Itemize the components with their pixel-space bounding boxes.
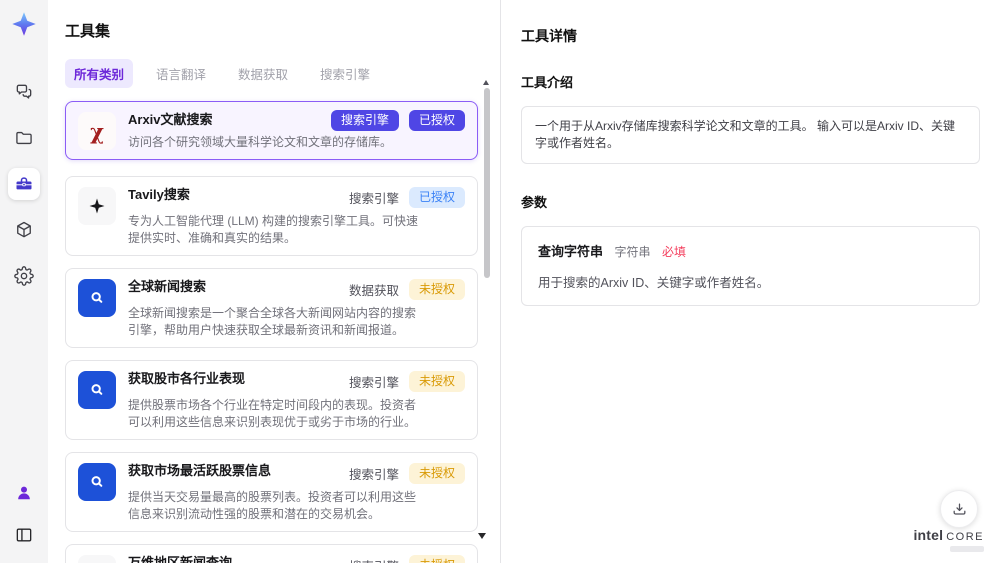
category-label: 搜索引擎 xyxy=(348,192,399,206)
parameter-name: 查询字符串 xyxy=(538,244,604,259)
tool-card-content: 获取股市各行业表现 搜索引擎 未授权 提供股票市场各个行业在特定时间段内的表现。… xyxy=(128,369,465,431)
tool-card-content: 万维地区新闻查询 搜索引擎 未授权 查询具体行政区划内的新闻，快速了解各地新闻动 xyxy=(128,553,465,563)
tool-detail-panel: 工具详情 工具介绍 一个用于从Arxiv存储库搜索科学论文和文章的工具。 输入可… xyxy=(501,0,1000,563)
blue-search-icon xyxy=(78,463,116,501)
auth-status-badge: 未授权 xyxy=(408,463,465,484)
page-title: 工具集 xyxy=(65,23,111,40)
parameter-card: 查询字符串 字符串 必填 用于搜索的Arxiv ID、关键字或作者姓名。 xyxy=(521,226,980,306)
core-logo-text: CORE xyxy=(946,531,984,543)
category-label: 搜索引擎 xyxy=(348,376,399,390)
tool-name: 获取市场最活跃股票信息 xyxy=(128,463,272,478)
scrollbar-thumb[interactable] xyxy=(484,88,490,278)
tool-card-arxiv[interactable]: χ Arxiv文献搜索 搜索引擎 已授权 访问各个研究领域大量科学论文和文章的存… xyxy=(65,101,478,160)
category-label: 搜索引擎 xyxy=(349,553,399,563)
download-button[interactable] xyxy=(940,490,978,528)
auth-status-badge: 未授权 xyxy=(408,555,465,563)
parameter-header: 查询字符串 字符串 必填 xyxy=(538,241,963,261)
tool-card-content: Arxiv文献搜索 搜索引擎 已授权 访问各个研究领域大量科学论文和文章的存储库… xyxy=(128,110,465,151)
folder-icon[interactable] xyxy=(8,122,40,154)
params-heading: 参数 xyxy=(521,195,548,210)
tool-list-panel: 工具集 所有类别 语言翻译 数据获取 搜索引擎 χ Arxiv文献搜索 搜索引擎… xyxy=(48,0,501,563)
arxiv-icon: χ xyxy=(78,112,116,150)
tool-card-tavily[interactable]: Tavily搜索 搜索引擎 已授权 专为人工智能代理 (LLM) 构建的搜索引擎… xyxy=(65,176,478,256)
tool-name: 万维地区新闻查询 xyxy=(128,555,233,563)
download-icon xyxy=(953,503,965,515)
blue-search-icon xyxy=(78,279,116,317)
auth-status-badge[interactable]: 已授权 xyxy=(408,110,465,131)
detail-title: 工具详情 xyxy=(521,28,577,44)
tool-name: 获取股市各行业表现 xyxy=(128,371,246,386)
tool-card-regional-news[interactable]: 万维地区新闻查询 搜索引擎 未授权 查询具体行政区划内的新闻，快速了解各地新闻动 xyxy=(65,544,478,563)
tool-card-content: 全球新闻搜索 数据获取 未授权 全球新闻搜索是一个聚合全球各大新闻网站内容的搜索… xyxy=(128,277,465,339)
auth-status-badge: 已授权 xyxy=(408,187,465,208)
newspaper-icon xyxy=(78,555,116,563)
tavily-star-icon xyxy=(78,187,116,225)
tool-description: 全球新闻搜索是一个聚合全球各大新闻网站内容的搜索引擎，帮助用户快速获取全球最新资… xyxy=(128,306,417,337)
rail-bottom xyxy=(8,477,40,551)
left-rail xyxy=(0,0,48,563)
tool-card-stock-sectors[interactable]: 获取股市各行业表现 搜索引擎 未授权 提供股票市场各个行业在特定时间段内的表现。… xyxy=(65,360,478,440)
scrollbar-up-arrow[interactable] xyxy=(483,80,489,85)
tool-name: Tavily搜索 xyxy=(128,187,190,202)
category-tabs: 所有类别 语言翻译 数据获取 搜索引擎 xyxy=(65,59,478,88)
chat-icon[interactable] xyxy=(8,76,40,108)
parameter-type: 字符串 xyxy=(614,245,651,259)
tool-intro-card: 一个用于从Arxiv存储库搜索科学论文和文章的工具。 输入可以是Arxiv ID… xyxy=(521,106,980,164)
cube-icon[interactable] xyxy=(8,214,40,246)
tool-card-content: Tavily搜索 搜索引擎 已授权 专为人工智能代理 (LLM) 构建的搜索引擎… xyxy=(128,185,465,247)
tool-description: 提供当天交易量最高的股票列表。投资者可以利用这些信息来识别流动性强的股票和潜在的… xyxy=(128,490,417,521)
tool-card-content: 获取市场最活跃股票信息 搜索引擎 未授权 提供当天交易量最高的股票列表。投资者可… xyxy=(128,461,465,523)
tab-all-categories[interactable]: 所有类别 xyxy=(65,59,134,88)
auth-status-badge: 未授权 xyxy=(408,279,465,300)
tab-data-fetch[interactable]: 数据获取 xyxy=(229,59,297,88)
logo-subtext-bar xyxy=(950,546,984,552)
tab-language-translation[interactable]: 语言翻译 xyxy=(147,59,215,88)
tab-search-engine[interactable]: 搜索引擎 xyxy=(311,59,379,88)
tool-description: 专为人工智能代理 (LLM) 构建的搜索引擎工具。可快速提供实时、准确和真实的结… xyxy=(128,214,419,245)
blue-search-icon xyxy=(78,371,116,409)
tool-card-active-stocks[interactable]: 获取市场最活跃股票信息 搜索引擎 未授权 提供当天交易量最高的股票列表。投资者可… xyxy=(65,452,478,532)
intel-core-logo: intel CORE xyxy=(913,528,984,552)
tool-description: 提供股票市场各个行业在特定时间段内的表现。投资者可以利用这些信息来识别表现优于或… xyxy=(128,398,417,429)
app-logo-icon[interactable] xyxy=(10,10,38,38)
parameter-required-badge: 必填 xyxy=(661,245,686,259)
tool-card-global-news[interactable]: 全球新闻搜索 数据获取 未授权 全球新闻搜索是一个聚合全球各大新闻网站内容的搜索… xyxy=(65,268,478,348)
user-icon[interactable] xyxy=(8,477,40,509)
panel-toggle-icon[interactable] xyxy=(8,519,40,551)
intro-heading: 工具介绍 xyxy=(521,75,574,90)
tool-intro-text: 一个用于从Arxiv存储库搜索科学论文和文章的工具。 输入可以是Arxiv ID… xyxy=(535,119,956,150)
tool-name: 全球新闻搜索 xyxy=(128,279,207,294)
toolbox-icon[interactable] xyxy=(8,168,40,200)
tool-description: 访问各个研究领域大量科学论文和文章的存储库。 xyxy=(128,135,393,149)
auth-status-badge: 未授权 xyxy=(408,371,465,392)
rail-items xyxy=(8,76,40,292)
tool-name: Arxiv文献搜索 xyxy=(128,112,213,127)
scrollbar-down-arrow[interactable] xyxy=(478,533,486,539)
category-badge[interactable]: 搜索引擎 xyxy=(330,110,399,131)
category-label: 搜索引擎 xyxy=(348,468,399,482)
intel-logo-text: intel xyxy=(913,527,944,543)
category-label: 数据获取 xyxy=(348,284,399,298)
parameter-description: 用于搜索的Arxiv ID、关键字或作者姓名。 xyxy=(538,276,770,290)
settings-icon[interactable] xyxy=(8,260,40,292)
